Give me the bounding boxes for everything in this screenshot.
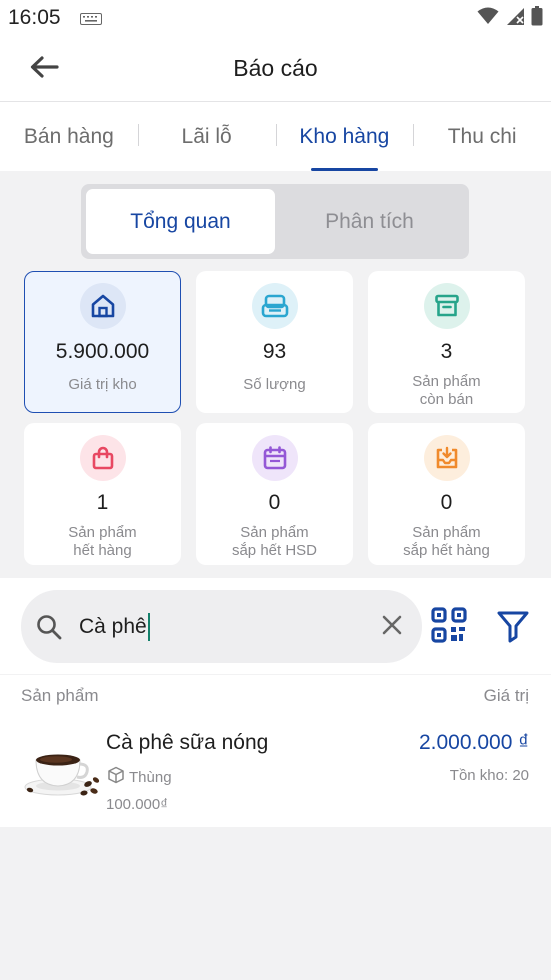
card-label: Sản phẩm sắp hết hàng: [403, 524, 490, 559]
list-header: Sản phẩm Giá trị: [21, 686, 529, 706]
card-value: 3: [440, 340, 453, 363]
shopping-bag-icon: [79, 435, 126, 481]
card-value: 1: [96, 491, 109, 514]
product-unit-label: Thùng: [129, 768, 172, 786]
list-item[interactable]: Cà phê sữa nóng Thùng 100.000₫ 2.000.000…: [0, 725, 551, 825]
card-label: Sản phẩm sắp hết HSD: [231, 524, 318, 559]
product-stock: Tồn kho: 20: [449, 767, 529, 784]
clear-search-button[interactable]: [377, 612, 407, 642]
card-label: Sản phẩm hết hàng: [68, 524, 137, 559]
search-icon: [35, 613, 63, 646]
tab-ban-hang[interactable]: Bán hàng: [0, 102, 138, 171]
battery-icon: [531, 6, 543, 31]
card-label: Giá trị kho: [68, 375, 137, 393]
card-low-stock[interactable]: 0 Sản phẩm sắp hết hàng: [368, 423, 525, 565]
text-caret: [147, 612, 150, 641]
app-header: Báo cáo: [0, 36, 551, 102]
stack-icon: [251, 283, 298, 329]
view-segment-control: Tổng quan Phân tích: [81, 184, 469, 259]
card-label: Sản phẩm còn bán: [412, 373, 481, 408]
card-products-on-sale[interactable]: 3 Sản phẩm còn bán: [368, 271, 525, 413]
card-value: 0: [268, 491, 281, 514]
calendar-icon: [251, 435, 298, 481]
card-label: Số lượng: [243, 376, 306, 393]
search-input[interactable]: Cà phê: [79, 590, 369, 663]
warehouse-icon: [79, 282, 126, 329]
card-value: 0: [440, 491, 453, 514]
segment-overview[interactable]: Tổng quan: [86, 189, 275, 254]
card-near-expiry[interactable]: 0 Sản phẩm sắp hết HSD: [196, 423, 353, 565]
segment-analysis[interactable]: Phân tích: [275, 189, 464, 254]
product-value: 2.000.000 ₫: [418, 731, 529, 754]
search-input-value: Cà phê: [79, 614, 147, 638]
card-inventory-value[interactable]: 5.900.000 Giá trị kho: [24, 271, 181, 413]
page-title: Báo cáo: [233, 55, 318, 81]
coffee-cup-image: [22, 740, 100, 800]
inbox-download-icon: [423, 435, 470, 481]
qr-code-icon[interactable]: [431, 607, 467, 648]
archive-icon: [423, 283, 470, 329]
card-quantity[interactable]: 93 Số lượng: [196, 271, 353, 413]
card-out-of-stock[interactable]: 1 Sản phẩm hết hàng: [24, 423, 181, 565]
product-name: Cà phê sữa nóng: [106, 731, 269, 754]
search-section: Cà phê: [0, 578, 551, 674]
keyboard-icon: [80, 12, 102, 30]
status-time: 16:05: [8, 6, 61, 29]
wifi-icon: [477, 7, 499, 30]
product-list: Sản phẩm Giá trị Cà phê sữa nóng Thùng 1…: [0, 675, 551, 827]
search-box: Cà phê: [21, 590, 422, 663]
column-value: Giá trị: [483, 686, 529, 705]
card-value: 5.900.000: [55, 339, 150, 363]
clear-icon: [381, 614, 403, 641]
product-price: 100.000₫: [106, 796, 168, 813]
card-value: 93: [262, 340, 287, 363]
report-tabs: Bán hàng Lãi lỗ Kho hàng Thu chi: [0, 102, 551, 171]
tab-kho-hang[interactable]: Kho hàng: [275, 102, 414, 171]
product-unit: Thùng: [107, 766, 172, 788]
stat-cards: 5.900.000 Giá trị kho 93 Số lượng 3 Sản …: [24, 271, 526, 565]
tab-lai-lo[interactable]: Lãi lỗ: [137, 102, 276, 171]
column-product: Sản phẩm: [21, 686, 99, 705]
signal-icon: [505, 7, 525, 31]
filter-icon[interactable]: [496, 609, 530, 648]
tab-thu-chi[interactable]: Thu chi: [413, 102, 551, 171]
status-bar: 16:05: [0, 0, 551, 36]
box-icon: [107, 766, 125, 788]
